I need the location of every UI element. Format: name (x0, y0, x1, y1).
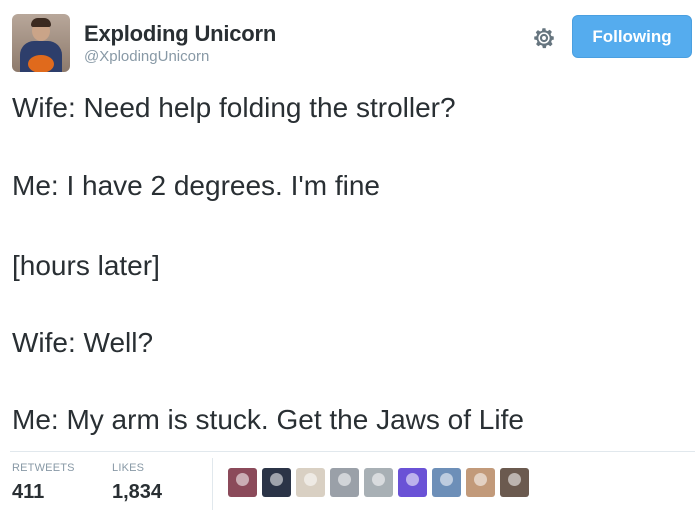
tweet-line: Me: My arm is stuck. Get the Jaws of Lif… (12, 404, 524, 435)
avatar-pumpkin (28, 55, 54, 72)
liker-avatar-face (406, 473, 419, 486)
liker-avatar[interactable] (432, 468, 461, 497)
liker-avatar-face (372, 473, 385, 486)
likes-count[interactable]: 1,834 (112, 481, 162, 504)
user-display-name[interactable]: Exploding Unicorn (84, 21, 276, 47)
liker-avatar[interactable] (228, 468, 257, 497)
liker-avatar[interactable] (330, 468, 359, 497)
retweets-count[interactable]: 411 (12, 481, 44, 504)
tweet-line: Wife: Need help folding the stroller? (12, 92, 456, 123)
gear-icon[interactable] (530, 24, 558, 52)
avatar-hair (31, 18, 51, 27)
liker-avatar-face (338, 473, 351, 486)
user-handle[interactable]: @XplodingUnicorn (84, 48, 209, 65)
gear-icon-graphic (534, 28, 555, 49)
tweet-line: Wife: Well? (12, 327, 154, 358)
retweets-label: RETWEETS (12, 462, 75, 474)
tweet-card: Exploding Unicorn @XplodingUnicorn Follo… (0, 0, 700, 520)
liker-avatar[interactable] (398, 468, 427, 497)
liker-avatar-face (270, 473, 283, 486)
liker-avatars (228, 468, 529, 498)
liker-avatar-face (440, 473, 453, 486)
user-avatar[interactable] (12, 14, 70, 72)
stats-separator (212, 458, 213, 510)
liker-avatar[interactable] (262, 468, 291, 497)
liker-avatar[interactable] (296, 468, 325, 497)
liker-avatar-face (236, 473, 249, 486)
stats-divider (10, 451, 695, 452)
following-button[interactable]: Following (572, 15, 692, 58)
tweet-line: [hours later] (12, 250, 160, 281)
likes-label: LIKES (112, 462, 145, 474)
tweet-line: Me: I have 2 degrees. I'm fine (12, 170, 380, 201)
liker-avatar[interactable] (500, 468, 529, 497)
liker-avatar[interactable] (466, 468, 495, 497)
liker-avatar-face (508, 473, 521, 486)
liker-avatar[interactable] (364, 468, 393, 497)
liker-avatar-face (304, 473, 317, 486)
liker-avatar-face (474, 473, 487, 486)
